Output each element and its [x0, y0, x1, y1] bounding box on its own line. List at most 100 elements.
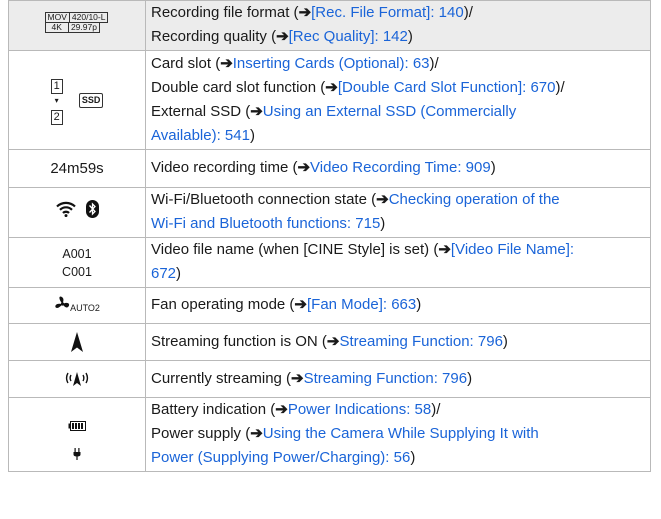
description-text: Recording quality ( [151, 28, 277, 45]
description-line: Battery indication (➔Power Indications: … [151, 398, 642, 422]
row-recording-time: 24m59s Video recording time (➔Video Reco… [8, 149, 651, 188]
cross-reference-link[interactable]: [Fan Mode]: 663 [307, 296, 416, 313]
description-text: Streaming function is ON ( [151, 332, 327, 350]
card-slot-icon: 1 ▾ 2 SSD [8, 50, 146, 150]
row-wifi-bluetooth: Wi-Fi/Bluetooth connection state (➔Check… [8, 187, 651, 238]
description-text: ) [380, 215, 386, 232]
cross-reference-link[interactable]: Wi-Fi and Bluetooth functions: 715 [151, 215, 380, 232]
description-text: ) [416, 296, 422, 313]
row-card-slot: 1 ▾ 2 SSD Card slot (➔Inserting Cards (O… [8, 50, 651, 150]
battery-icon [68, 420, 86, 431]
cross-reference-link[interactable]: [Rec Quality]: 142 [289, 28, 408, 45]
description-line: Card slot (➔Inserting Cards (Optional): … [151, 52, 642, 76]
description-line: External SSD (➔Using an External SSD (Co… [151, 100, 642, 124]
cross-reference-link[interactable]: [Double Card Slot Function]: 670 [338, 79, 556, 96]
description-line: Power supply (➔Using the Camera While Su… [151, 422, 642, 446]
row-rec-format: MOV 420/10-L 4K 29.97p Recording file form… [8, 0, 651, 51]
desc-cell: Battery indication (➔Power Indications: … [145, 397, 651, 472]
cross-reference-link[interactable]: Streaming Function: 796 [339, 333, 502, 350]
description-line: Double card slot function (➔[Double Card… [151, 76, 642, 100]
description-line: Streaming function is ON (➔Streaming Fun… [151, 330, 642, 354]
cross-reference-link[interactable]: Power (Supplying Power/Charging): 56 [151, 449, 410, 466]
cross-reference-link[interactable]: 672 [151, 265, 176, 282]
description-line: Recording quality (➔[Rec Quality]: 142) [151, 25, 642, 49]
description-text: External SSD ( [151, 102, 251, 120]
description-text: Power supply ( [151, 425, 251, 442]
arrow-icon: ➔ [275, 401, 288, 418]
arrow-icon: ➔ [438, 241, 451, 258]
arrow-icon: ➔ [250, 425, 263, 442]
wifi-icon [55, 201, 76, 217]
power-plug-icon [73, 447, 81, 460]
arrow-icon: ➔ [376, 191, 389, 208]
file-name-display: A001 C001 [8, 237, 146, 288]
arrow-icon: ➔ [276, 28, 289, 45]
description-text: Card slot ( [151, 54, 221, 72]
reference-table: MOV 420/10-L 4K 29.97p Recording file form… [8, 0, 651, 472]
desc-cell: Card slot (➔Inserting Cards (Optional): … [145, 50, 651, 150]
row-streaming-on: Streaming function is ON (➔Streaming Fun… [8, 323, 651, 361]
description-text: )/ [555, 78, 565, 96]
desc-cell: Video file name (when [CINE Style] is se… [145, 237, 651, 288]
desc-cell: Currently streaming (➔Streaming Function… [145, 360, 651, 398]
description-text: ) [467, 369, 473, 387]
ssd-icon: SSD [78, 92, 104, 108]
description-line: 672) [151, 262, 642, 286]
arrow-icon: ➔ [297, 159, 311, 176]
fan-icon [55, 296, 70, 308]
streaming-on-icon [71, 332, 83, 353]
desc-cell: Video recording time (➔Video Recording T… [145, 149, 651, 188]
description-text: Currently streaming ( [151, 369, 292, 387]
rec-format-icon: MOV 420/10-L 4K 29.97p [8, 0, 146, 51]
row-video-file-name: A001 C001 Video file name (when [CINE St… [8, 237, 651, 288]
cross-reference-link[interactable]: Available): 541 [151, 127, 250, 144]
description-text: Fan operating mode ( [151, 296, 295, 313]
description-line: Available): 541) [151, 124, 642, 148]
description-text: )/ [431, 401, 441, 418]
bluetooth-icon [85, 200, 99, 218]
description-text: ) [490, 159, 496, 176]
desc-cell: Fan operating mode (➔[Fan Mode]: 663) [145, 287, 651, 324]
desc-cell: Streaming function is ON (➔Streaming Fun… [145, 323, 651, 361]
description-text: Battery indication ( [151, 401, 276, 418]
description-text: )/ [429, 54, 439, 72]
description-text: ) [407, 28, 413, 45]
row-battery-power: Battery indication (➔Power Indications: … [8, 397, 651, 472]
cross-reference-link[interactable]: Video Recording Time: 909 [310, 159, 491, 176]
arrow-icon: ➔ [291, 369, 304, 387]
recording-time-display: 24m59s [8, 149, 146, 188]
row-fan-mode: AUTO2 Fan operating mode (➔[Fan Mode]: 6… [8, 287, 651, 324]
arrow-icon: ➔ [220, 54, 233, 72]
description-line: Video recording time (➔Video Recording T… [151, 156, 642, 180]
arrow-icon: ➔ [250, 102, 263, 120]
desc-cell: Wi-Fi/Bluetooth connection state (➔Check… [145, 187, 651, 238]
streaming-active-icon [65, 372, 89, 387]
description-text: Video file name (when [CINE Style] is se… [151, 241, 439, 258]
desc-cell: Recording file format (➔[Rec. File Forma… [145, 0, 651, 51]
description-line: Currently streaming (➔Streaming Function… [151, 367, 642, 391]
description-line: Wi-Fi and Bluetooth functions: 715) [151, 212, 642, 236]
description-line: Recording file format (➔[Rec. File Forma… [151, 1, 642, 25]
cross-reference-link[interactable]: Inserting Cards (Optional): 63 [233, 55, 430, 72]
description-line: Wi-Fi/Bluetooth connection state (➔Check… [151, 188, 642, 212]
cross-reference-link[interactable]: [Video File Name]: [451, 241, 574, 258]
cross-reference-link[interactable]: Using the Camera While Supplying It with [263, 425, 539, 442]
row-currently-streaming: Currently streaming (➔Streaming Function… [8, 360, 651, 398]
description-text: ) [249, 126, 255, 144]
description-text: )/ [463, 4, 473, 21]
arrow-icon: ➔ [294, 296, 307, 313]
description-text: Video recording time ( [151, 159, 298, 176]
description-line: Power (Supplying Power/Charging): 56) [151, 446, 642, 470]
description-text: ) [176, 265, 182, 282]
description-text: ) [410, 449, 416, 466]
cross-reference-link[interactable]: Streaming Function: 796 [304, 370, 467, 387]
cross-reference-link[interactable]: Using an External SSD (Commercially [263, 103, 516, 120]
cross-reference-link[interactable]: [Rec. File Format]: 140 [311, 4, 464, 21]
description-text: Recording file format ( [151, 4, 299, 21]
description-text: Wi-Fi/Bluetooth connection state ( [151, 191, 377, 208]
cross-reference-link[interactable]: Checking operation of the [389, 191, 560, 208]
arrow-icon: ➔ [298, 4, 312, 21]
cross-reference-link[interactable]: Power Indications: 58 [288, 401, 431, 418]
description-text: Double card slot function ( [151, 78, 326, 96]
arrow-icon: ➔ [326, 332, 340, 350]
